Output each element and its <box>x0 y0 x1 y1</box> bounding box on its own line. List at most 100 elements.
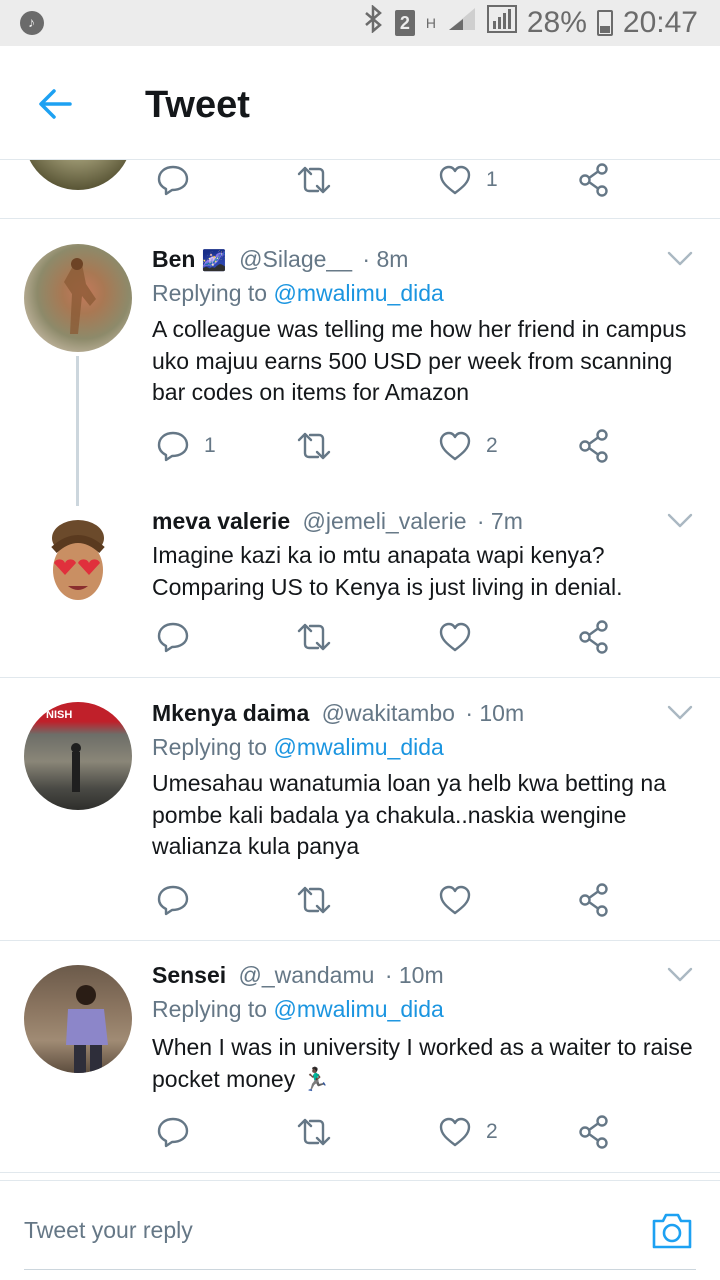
user-handle[interactable]: @jemeli_valerie <box>303 508 467 534</box>
avatar-image: NISH <box>46 709 81 792</box>
user-handle[interactable]: @Silage__ <box>239 246 352 272</box>
name-emoji: 🌌 <box>201 250 227 272</box>
retweet-button[interactable] <box>296 1112 332 1152</box>
sim-slot-badge: 2 <box>394 10 415 36</box>
retweet-button[interactable] <box>296 880 332 920</box>
tweet-author-line: Sensei @_wandamu · 10m <box>152 962 444 989</box>
tweet-actions: 1 2 <box>152 426 622 466</box>
like-icon <box>439 885 471 915</box>
tweet-author-line: Ben 🌌 @Silage__ · 8m <box>152 246 408 273</box>
divider <box>0 218 720 219</box>
data-type-indicator: H <box>425 15 436 31</box>
like-button[interactable]: 2 <box>438 1112 498 1152</box>
replying-to: Replying to @mwalimu_dida <box>152 734 444 760</box>
reply-button[interactable] <box>156 160 190 200</box>
like-button[interactable] <box>438 617 472 657</box>
tweet-thread[interactable]: 1 Ben 🌌 @Silage__ · 8m Replying to @mwal… <box>0 160 720 1180</box>
signal-icon <box>447 6 477 40</box>
tweet-text: Imagine kazi ka io mtu anapata wapi keny… <box>152 542 623 600</box>
like-count: 2 <box>486 1120 498 1143</box>
retweet-icon <box>297 623 331 651</box>
avatar-image <box>66 985 108 1073</box>
display-name[interactable]: Mkenya daima <box>152 700 309 726</box>
chevron-down-icon[interactable] <box>666 512 694 530</box>
reply-button[interactable]: 1 <box>156 426 216 466</box>
retweet-icon <box>297 166 331 194</box>
replying-to: Replying to @mwalimu_dida <box>152 280 444 306</box>
memoji-avatar <box>51 520 105 600</box>
share-icon <box>579 429 608 463</box>
avatar[interactable] <box>24 965 132 1073</box>
reply-count: 1 <box>204 434 216 457</box>
avatar[interactable]: NISH <box>24 702 132 810</box>
share-button[interactable] <box>578 160 610 200</box>
tweet-actions <box>152 617 622 657</box>
mention-link[interactable]: @mwalimu_dida <box>273 280 443 306</box>
tweet-time: · 8m <box>362 246 409 272</box>
avatar-image <box>64 258 96 334</box>
retweet-icon <box>297 432 331 460</box>
share-button[interactable] <box>578 426 610 466</box>
thread-connector <box>76 356 79 506</box>
back-arrow-icon[interactable] <box>36 84 76 124</box>
avatar[interactable] <box>24 244 132 352</box>
chevron-down-icon[interactable] <box>666 966 694 984</box>
like-button[interactable] <box>438 880 472 920</box>
reply-icon <box>157 165 189 196</box>
reply-icon <box>157 1117 189 1148</box>
like-button[interactable]: 2 <box>438 426 498 466</box>
tweet-actions <box>152 880 622 920</box>
retweet-button[interactable] <box>296 160 332 200</box>
status-icons: 2 H 28% 20:47 <box>363 4 698 40</box>
reply-input-underline <box>24 1269 696 1270</box>
tweet-text: Umesahau wanatumia loan ya helb kwa bett… <box>152 770 666 859</box>
retweet-button[interactable] <box>296 426 332 466</box>
mention-link[interactable]: @mwalimu_dida <box>273 734 443 760</box>
camera-icon[interactable] <box>650 1211 694 1251</box>
like-icon <box>439 622 471 652</box>
share-button[interactable] <box>578 617 610 657</box>
mention-link[interactable]: @mwalimu_dida <box>273 996 443 1022</box>
top-bar: Tweet <box>0 46 720 160</box>
tweet-time: · 10m <box>384 962 444 988</box>
like-icon <box>439 1117 471 1147</box>
retweet-icon <box>297 886 331 914</box>
share-button[interactable] <box>578 880 610 920</box>
divider <box>0 677 720 678</box>
display-name[interactable]: meva valerie <box>152 508 290 534</box>
battery-icon <box>596 10 613 36</box>
reply-button[interactable] <box>156 1112 190 1152</box>
like-icon <box>439 431 471 461</box>
reply-icon <box>157 431 189 462</box>
tweet-actions: 1 <box>152 160 622 200</box>
tweet-text: When I was in university I worked as a w… <box>152 1034 693 1092</box>
replying-to: Replying to @mwalimu_dida <box>152 996 444 1022</box>
display-name[interactable]: Ben <box>152 246 195 272</box>
chevron-down-icon[interactable] <box>666 250 694 268</box>
share-button[interactable] <box>578 1112 610 1152</box>
reply-input[interactable]: Tweet your reply <box>24 1217 193 1244</box>
divider <box>0 1172 720 1173</box>
clock: 20:47 <box>622 6 698 39</box>
user-handle[interactable]: @wakitambo <box>322 700 455 726</box>
retweet-button[interactable] <box>296 617 332 657</box>
chevron-down-icon[interactable] <box>666 704 694 722</box>
user-handle[interactable]: @_wandamu <box>239 962 375 988</box>
tweet-author-line: Mkenya daima @wakitambo · 10m <box>152 700 524 727</box>
status-bar: ♪ 2 H 28% 20:47 <box>0 0 720 46</box>
display-name[interactable]: Sensei <box>152 962 226 988</box>
tweet-author-line: meva valerie @jemeli_valerie · 7m <box>152 508 523 535</box>
tweet-time: · 7m <box>476 508 523 534</box>
reply-button[interactable] <box>156 880 190 920</box>
avatar[interactable] <box>24 160 132 190</box>
reply-button[interactable] <box>156 617 190 657</box>
tweet-actions: 2 <box>152 1112 622 1152</box>
like-count: 2 <box>486 434 498 457</box>
retweet-icon <box>297 1118 331 1146</box>
like-button[interactable]: 1 <box>438 160 498 200</box>
share-icon <box>579 620 608 654</box>
music-note-icon: ♪ <box>20 11 44 35</box>
tweet-time: · 10m <box>465 700 525 726</box>
reply-composer: Tweet your reply <box>0 1180 720 1280</box>
avatar[interactable] <box>24 510 132 618</box>
